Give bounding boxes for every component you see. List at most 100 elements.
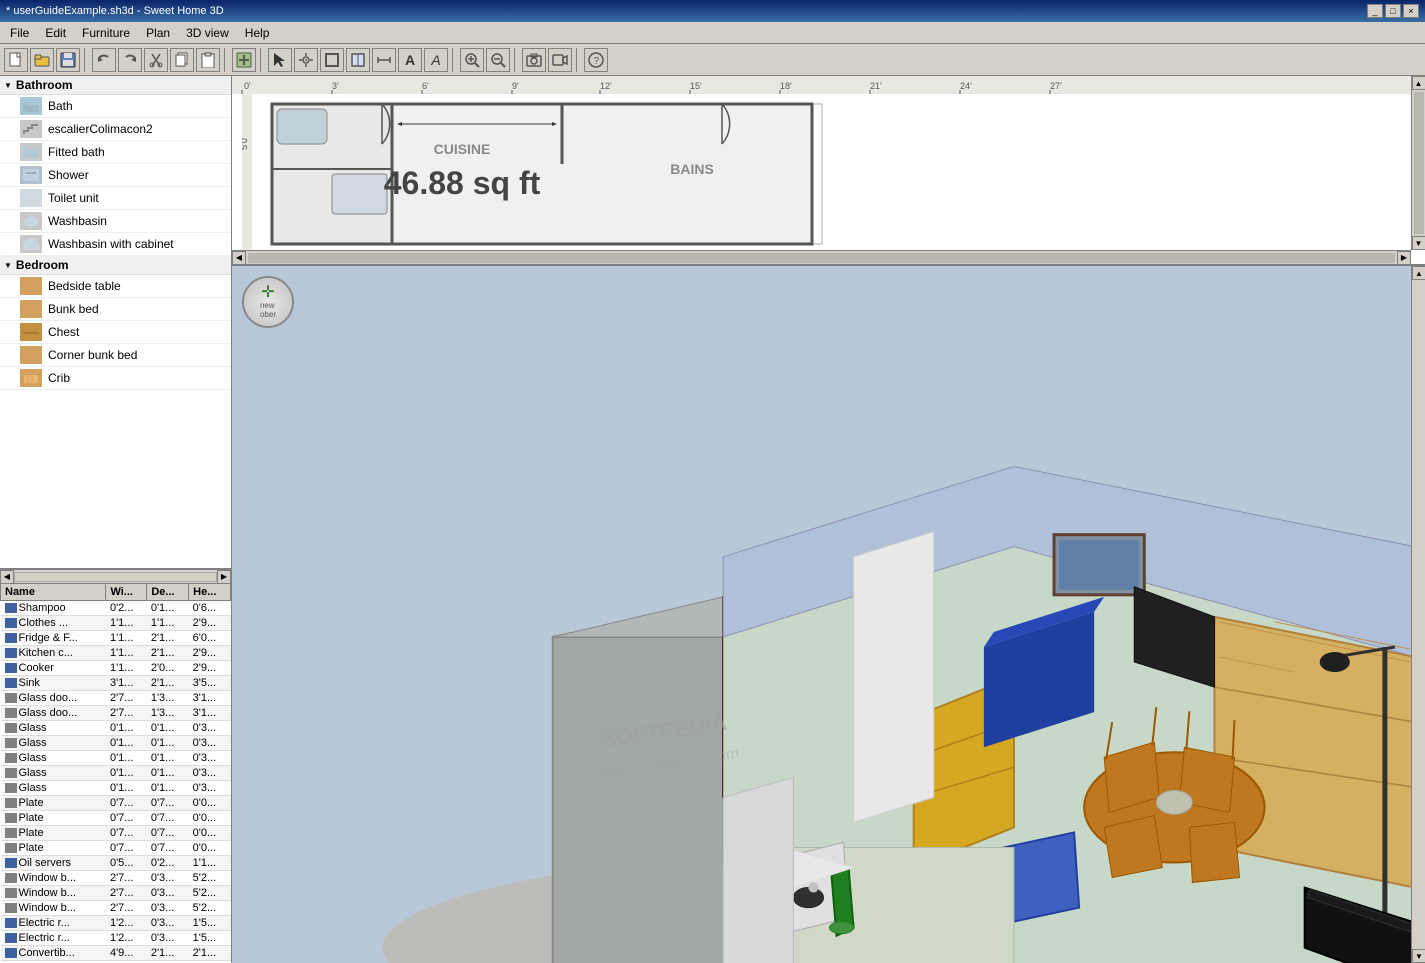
table-row[interactable]: Oil servers 0'5... 0'2... 1'1... [1, 856, 231, 871]
table-row[interactable]: Convertib... 4'9... 2'1... 2'1... [1, 946, 231, 961]
close-button[interactable]: × [1403, 4, 1419, 18]
menu-edit[interactable]: Edit [37, 24, 74, 42]
create-text-tool2[interactable]: A [424, 48, 448, 72]
table-row[interactable]: Glass 0'1... 0'1... 0'3... [1, 721, 231, 736]
menu-help[interactable]: Help [237, 24, 278, 42]
plan-scroll-down[interactable]: ▼ [1412, 236, 1425, 250]
plan-hscroll[interactable]: ◀ ▶ [232, 250, 1411, 264]
tree-item-escalier[interactable]: escalierColimacon2 [0, 118, 231, 141]
plan-scroll-left[interactable]: ◀ [232, 251, 246, 265]
zoom-out-button[interactable] [486, 48, 510, 72]
scroll-left-btn[interactable]: ◀ [0, 570, 14, 584]
pan-tool[interactable] [294, 48, 318, 72]
tree-item-fitted-bath[interactable]: Fitted bath [0, 141, 231, 164]
cell-name: Plate [1, 826, 106, 841]
view3d-vscroll[interactable]: ▲ ▼ [1411, 266, 1425, 963]
open-button[interactable] [30, 48, 54, 72]
plan-vscroll[interactable]: ▲ ▼ [1411, 76, 1425, 250]
svg-text:18': 18' [780, 81, 792, 91]
add-furniture-button[interactable] [232, 48, 256, 72]
cell-width: 1'2... [106, 931, 147, 946]
view3d[interactable]: ✛ newober [232, 266, 1425, 963]
create-dimension-tool[interactable] [372, 48, 396, 72]
category-bathroom[interactable]: Bathroom [0, 76, 231, 95]
table-row[interactable]: Glass 0'1... 0'1... 0'3... [1, 736, 231, 751]
tree-item-toilet[interactable]: Toilet unit [0, 187, 231, 210]
cut-button[interactable] [144, 48, 168, 72]
table-row[interactable]: Plate 0'7... 0'7... 0'0... [1, 826, 231, 841]
table-row[interactable]: Glass 0'1... 0'1... 0'3... [1, 751, 231, 766]
table-row[interactable]: Glass doo... 2'7... 1'3... 3'1... [1, 691, 231, 706]
cell-width: 2'7... [106, 871, 147, 886]
table-row[interactable]: Plate 0'7... 0'7... 0'0... [1, 811, 231, 826]
table-row[interactable]: Shampoo 0'2... 0'1... 0'6... [1, 601, 231, 616]
undo-button[interactable] [92, 48, 116, 72]
furniture-tree[interactable]: Bathroom Bath escalierColimacon2 Fitted … [0, 76, 231, 569]
table-row[interactable]: Window b... 2'7... 0'3... 5'2... [1, 901, 231, 916]
tree-hscroll[interactable]: ◀ ▶ [0, 569, 231, 583]
table-row[interactable]: Plate 0'7... 0'7... 0'0... [1, 841, 231, 856]
scroll-right-btn[interactable]: ▶ [217, 570, 231, 584]
table-row[interactable]: Window b... 2'7... 0'3... 5'2... [1, 886, 231, 901]
category-bedroom[interactable]: Bedroom [0, 256, 231, 275]
minimize-button[interactable]: _ [1367, 4, 1383, 18]
save-button[interactable] [56, 48, 80, 72]
menu-file[interactable]: File [2, 24, 37, 42]
sep5 [514, 48, 518, 72]
paste-button[interactable] [196, 48, 220, 72]
view3d-scroll-down[interactable]: ▼ [1412, 949, 1425, 963]
table-row[interactable]: Electric r... 1'2... 0'3... 1'5... [1, 916, 231, 931]
help-button[interactable]: ? [584, 48, 608, 72]
table-row[interactable]: Glass 0'1... 0'1... 0'3... [1, 766, 231, 781]
create-text-tool[interactable]: A [398, 48, 422, 72]
table-row[interactable]: Plate 0'7... 0'7... 0'0... [1, 796, 231, 811]
tree-item-chest[interactable]: Chest [0, 321, 231, 344]
zoom-in-button[interactable] [460, 48, 484, 72]
menu-3dview[interactable]: 3D view [178, 24, 237, 42]
svg-text:46.88 sq ft: 46.88 sq ft [384, 165, 541, 201]
table-row[interactable]: Kitchen c... 1'1... 2'1... 2'9... [1, 646, 231, 661]
copy-button[interactable] [170, 48, 194, 72]
tree-item-bunk-bed[interactable]: Bunk bed [0, 298, 231, 321]
plan-view[interactable]: 0' 3' 6' 9' 12' 15' 18' 21' 24' 27' [232, 76, 1425, 266]
tree-item-shower[interactable]: Shower [0, 164, 231, 187]
tree-item-bedside-table[interactable]: Bedside table [0, 275, 231, 298]
table-row[interactable]: Glass 0'1... 0'1... 0'3... [1, 781, 231, 796]
tree-item-washbasin-cabinet[interactable]: Washbasin with cabinet [0, 233, 231, 256]
table-row[interactable]: Fridge & F... 1'1... 2'1... 6'0... [1, 631, 231, 646]
plan-content[interactable]: 5'0 [242, 94, 1425, 264]
plan-scroll-up[interactable]: ▲ [1412, 76, 1425, 90]
table-row[interactable]: Clothes ... 1'1... 1'1... 2'9... [1, 616, 231, 631]
menu-furniture[interactable]: Furniture [74, 24, 138, 42]
table-row[interactable]: Sink 3'1... 2'1... 3'5... [1, 676, 231, 691]
video-button[interactable] [548, 48, 572, 72]
table-row[interactable]: Glass doo... 2'7... 1'3... 3'1... [1, 706, 231, 721]
redo-button[interactable] [118, 48, 142, 72]
maximize-button[interactable]: □ [1385, 4, 1401, 18]
view3d-scroll-up[interactable]: ▲ [1412, 266, 1425, 280]
photo-button[interactable] [522, 48, 546, 72]
menu-plan[interactable]: Plan [138, 24, 178, 42]
create-rooms-tool[interactable] [346, 48, 370, 72]
tree-item-corner-bunk-bed[interactable]: Corner bunk bed [0, 344, 231, 367]
cell-depth: 0'7... [147, 796, 189, 811]
compass[interactable]: ✛ newober [242, 276, 294, 328]
title-bar: * userGuideExample.sh3d - Sweet Home 3D … [0, 0, 1425, 22]
tree-item-washbasin[interactable]: Washbasin [0, 210, 231, 233]
cell-name: Plate [1, 811, 106, 826]
svg-text:9': 9' [512, 81, 519, 91]
table-row[interactable]: Electric r... 1'2... 0'3... 1'5... [1, 931, 231, 946]
furniture-table-container[interactable]: Name Wi... De... He... Shampoo 0'2... 0'… [0, 583, 231, 963]
tree-item-crib[interactable]: Crib [0, 367, 231, 390]
tree-item-bath[interactable]: Bath [0, 95, 231, 118]
create-walls-tool[interactable] [320, 48, 344, 72]
table-row[interactable]: Cooker 1'1... 2'0... 2'9... [1, 661, 231, 676]
cell-width: 0'7... [106, 796, 147, 811]
table-row[interactable]: Window b... 2'7... 0'3... 5'2... [1, 871, 231, 886]
new-button[interactable] [4, 48, 28, 72]
plan-scroll-right[interactable]: ▶ [1397, 251, 1411, 265]
cell-depth: 1'3... [147, 706, 189, 721]
cell-width: 0'7... [106, 811, 147, 826]
select-tool[interactable] [268, 48, 292, 72]
tree-item-corner-bunk-bed-label: Corner bunk bed [48, 348, 137, 362]
